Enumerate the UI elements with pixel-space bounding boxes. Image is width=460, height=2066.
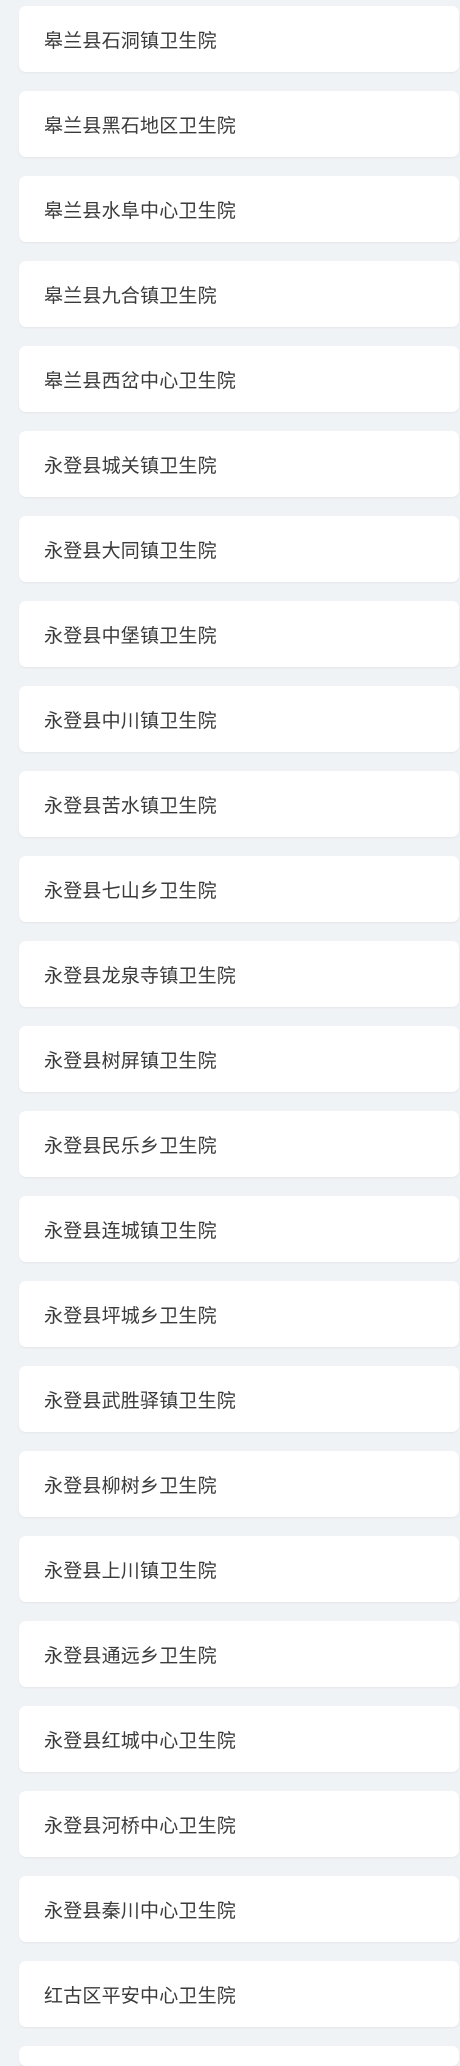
list-item-label: 永登县坪城乡卫生院 [44,1304,217,1327]
list-item[interactable]: 皋兰县西岔中心卫生院 [19,346,459,412]
list-item[interactable]: 永登县通远乡卫生院 [19,1621,459,1687]
list-item-label: 永登县武胜驿镇卫生院 [44,1389,237,1412]
list-item-label: 永登县城关镇卫生院 [44,454,217,477]
list-item[interactable]: 永登县七山乡卫生院 [19,856,459,922]
list-item-label: 皋兰县西岔中心卫生院 [44,369,237,392]
list-item[interactable]: 皋兰县石洞镇卫生院 [19,6,459,72]
list-item-label: 永登县秦川中心卫生院 [44,1899,237,1922]
list-item-label: 永登县连城镇卫生院 [44,1219,217,1242]
list-item-label: 永登县柳树乡卫生院 [44,1474,217,1497]
list-item[interactable]: 永登县秦川中心卫生院 [19,1876,459,1942]
list-item[interactable]: 皋兰县九合镇卫生院 [19,261,459,327]
list-item-label: 永登县民乐乡卫生院 [44,1134,217,1157]
list-item[interactable]: 永登县红城中心卫生院 [19,1706,459,1772]
list-item-label: 皋兰县九合镇卫生院 [44,284,217,307]
list-item[interactable]: 永登县苦水镇卫生院 [19,771,459,837]
list-item[interactable] [19,2046,459,2066]
list-item[interactable]: 永登县城关镇卫生院 [19,431,459,497]
list-item-label: 永登县上川镇卫生院 [44,1559,217,1582]
list-item-label: 永登县大同镇卫生院 [44,539,217,562]
list-item-label: 皋兰县黑石地区卫生院 [44,114,237,137]
list-item[interactable]: 皋兰县黑石地区卫生院 [19,91,459,157]
list-item[interactable]: 永登县武胜驿镇卫生院 [19,1366,459,1432]
list-item[interactable]: 永登县柳树乡卫生院 [19,1451,459,1517]
list-item-label: 永登县树屏镇卫生院 [44,1049,217,1072]
list-item-label: 皋兰县石洞镇卫生院 [44,29,217,52]
list-item-label: 永登县七山乡卫生院 [44,879,217,902]
list-item[interactable]: 永登县龙泉寺镇卫生院 [19,941,459,1007]
list-item-label: 永登县红城中心卫生院 [44,1729,237,1752]
list-item[interactable]: 永登县树屏镇卫生院 [19,1026,459,1092]
list-item[interactable]: 永登县河桥中心卫生院 [19,1791,459,1857]
hospital-list: 皋兰县石洞镇卫生院 皋兰县黑石地区卫生院 皋兰县水阜中心卫生院 皋兰县九合镇卫生… [0,0,460,2066]
list-item-label: 红古区平安中心卫生院 [44,1984,237,2007]
list-item[interactable]: 永登县中川镇卫生院 [19,686,459,752]
list-item[interactable]: 皋兰县水阜中心卫生院 [19,176,459,242]
list-item[interactable]: 红古区平安中心卫生院 [19,1961,459,2027]
list-item-label: 永登县苦水镇卫生院 [44,794,217,817]
list-item[interactable]: 永登县坪城乡卫生院 [19,1281,459,1347]
list-item[interactable]: 永登县大同镇卫生院 [19,516,459,582]
list-item-label: 永登县中堡镇卫生院 [44,624,217,647]
list-item[interactable]: 永登县民乐乡卫生院 [19,1111,459,1177]
list-item-label: 永登县河桥中心卫生院 [44,1814,237,1837]
list-item[interactable]: 永登县连城镇卫生院 [19,1196,459,1262]
list-item[interactable]: 永登县中堡镇卫生院 [19,601,459,667]
list-item-label: 永登县龙泉寺镇卫生院 [44,964,237,987]
list-item-label: 皋兰县水阜中心卫生院 [44,199,237,222]
list-item-label: 永登县通远乡卫生院 [44,1644,217,1667]
list-item-label: 永登县中川镇卫生院 [44,709,217,732]
list-item[interactable]: 永登县上川镇卫生院 [19,1536,459,1602]
